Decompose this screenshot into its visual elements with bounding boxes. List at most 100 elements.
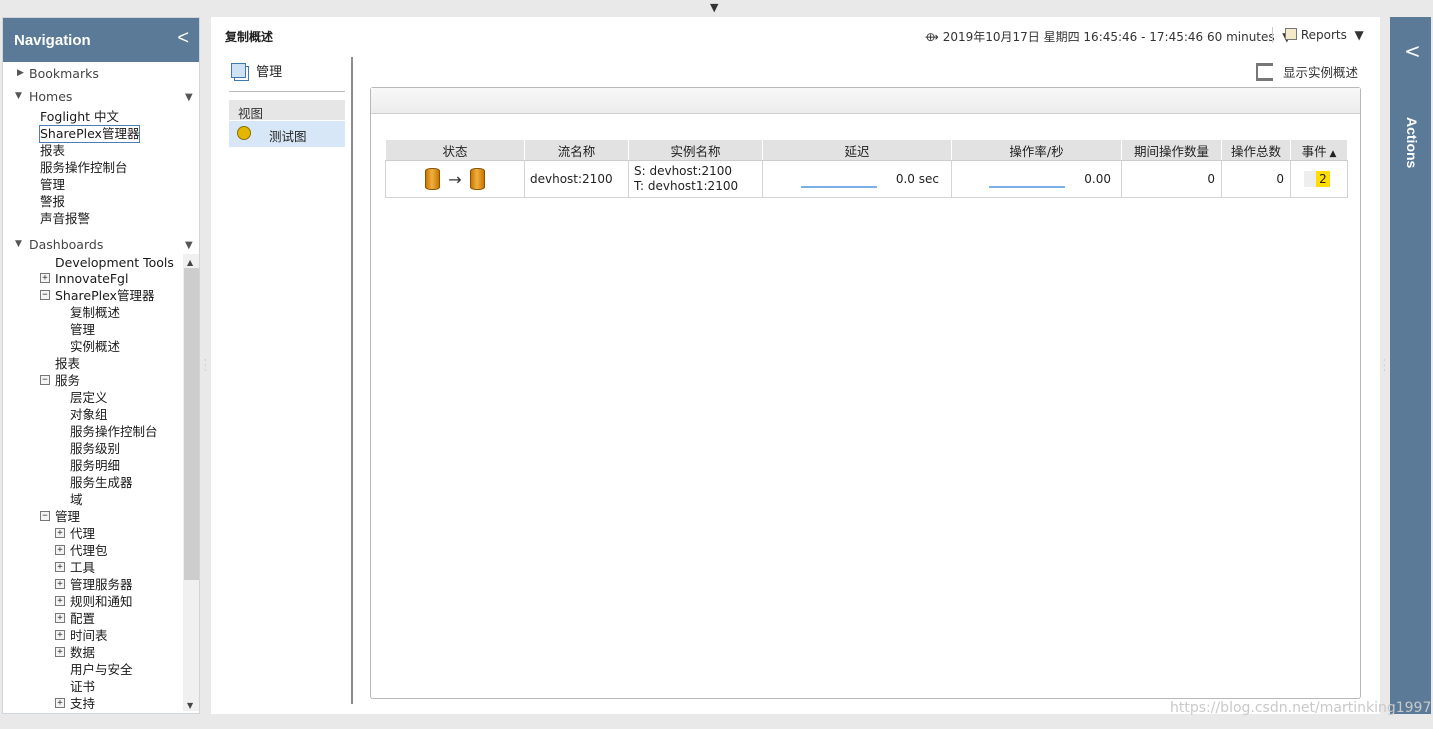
tree-item-data[interactable]: 数据	[70, 645, 95, 661]
column-header-period-ops[interactable]: 期间操作数量	[1121, 139, 1222, 161]
report-icon	[1285, 28, 1297, 40]
tree-item-config[interactable]: 配置	[70, 611, 95, 627]
column-header-stream[interactable]: 流名称	[524, 139, 629, 161]
tree-item-reports[interactable]: 报表	[55, 356, 80, 372]
stream-name-cell[interactable]: devhost:2100	[524, 160, 629, 198]
tree-item-service-console[interactable]: 服务操作控制台	[70, 424, 158, 440]
expand-actions-icon[interactable]: <	[1404, 39, 1421, 63]
status-cell: →	[385, 160, 525, 198]
nav-dashboards[interactable]: Dashboards	[29, 237, 103, 253]
reports-menu[interactable]: Reports ▼	[1285, 28, 1364, 42]
tree-item-support[interactable]: 支持	[70, 696, 95, 712]
scroll-down-icon[interactable]: ▼	[187, 701, 193, 710]
home-item-reports[interactable]: 报表	[40, 143, 65, 159]
view-item-test[interactable]: 测试图	[229, 121, 345, 147]
splitter-grip[interactable]: · · ·	[204, 357, 207, 375]
tree-item-dev-tools[interactable]: Development Tools	[55, 255, 174, 271]
vertical-splitter[interactable]	[351, 57, 353, 704]
tree-item-service-levels[interactable]: 服务级别	[70, 441, 120, 457]
column-header-latency[interactable]: 延迟	[762, 139, 952, 161]
expand-plus-icon[interactable]: +	[40, 273, 50, 283]
tree-item-replication-overview[interactable]: 复制概述	[70, 305, 120, 321]
tree-item-certificates[interactable]: 证书	[70, 679, 95, 695]
event-count-badge[interactable]: 2	[1316, 171, 1330, 187]
expand-plus-icon[interactable]: +	[55, 528, 65, 538]
tree-item-service-builder[interactable]: 服务生成器	[70, 475, 133, 491]
filter-icon[interactable]: ▼	[185, 92, 193, 103]
tree-item-object-groups[interactable]: 对象组	[70, 407, 108, 423]
replication-table: 状态 流名称 实例名称 延迟 操作率/秒 期间操作数量 操作总数 事件 ▲ →	[385, 139, 1348, 198]
column-header-status[interactable]: 状态	[385, 139, 525, 161]
home-item-shareplex[interactable]: SharePlex管理器	[38, 125, 141, 143]
home-item-admin[interactable]: 管理	[40, 177, 65, 193]
table-row[interactable]: → devhost:2100 S: devhost:2100 T: devhos…	[385, 160, 1348, 198]
tree-item-schedules[interactable]: 时间表	[70, 628, 108, 644]
tree-item-innovate[interactable]: InnovateFgl	[55, 271, 128, 287]
events-cell: 2	[1290, 160, 1348, 198]
collapse-minus-icon[interactable]: −	[40, 511, 50, 521]
column-header-instance[interactable]: 实例名称	[628, 139, 763, 161]
page-title: 复制概述	[225, 30, 274, 44]
instance-name-cell: S: devhost:2100 T: devhost1:2100	[628, 160, 763, 198]
nav-homes[interactable]: Homes	[29, 89, 72, 105]
period-ops-cell: 0	[1121, 160, 1222, 198]
expand-plus-icon[interactable]: +	[55, 647, 65, 657]
tree-item-domain[interactable]: 域	[70, 492, 83, 508]
tree-item-admin[interactable]: 管理	[55, 509, 80, 525]
scroll-up-icon[interactable]: ▲	[187, 258, 193, 267]
expand-plus-icon[interactable]: +	[55, 545, 65, 555]
collapse-arrow-icon[interactable]: ▼	[15, 239, 22, 249]
actions-label[interactable]: Actions	[1404, 117, 1420, 168]
source-instance[interactable]: S: devhost:2100	[634, 164, 762, 179]
tree-item-service-details[interactable]: 服务明细	[70, 458, 120, 474]
tree-item-rules[interactable]: 规则和通知	[70, 594, 133, 610]
table-header-row: 状态 流名称 实例名称 延迟 操作率/秒 期间操作数量 操作总数 事件 ▲	[385, 139, 1348, 161]
collapse-navigation-icon[interactable]: <	[177, 28, 189, 48]
tree-item-tier-definition[interactable]: 层定义	[70, 390, 108, 406]
divider	[229, 91, 345, 92]
expand-plus-icon[interactable]: +	[55, 613, 65, 623]
expand-plus-icon[interactable]: +	[55, 698, 65, 708]
nav-bookmarks[interactable]: Bookmarks	[29, 66, 99, 82]
time-range-selector[interactable]: ⟴ 2019年10月17日 星期四 16:45:46 - 17:45:46 60…	[925, 28, 1292, 45]
manage-link[interactable]: 管理	[231, 61, 282, 80]
home-item-sound-alarm[interactable]: 声音报警	[40, 211, 90, 227]
tree-item-tools[interactable]: 工具	[70, 560, 95, 576]
time-range-icon: ⟴	[925, 30, 939, 44]
tree-item-manage[interactable]: 管理	[70, 322, 95, 338]
filter-icon[interactable]: ▼	[185, 240, 193, 251]
expand-plus-icon[interactable]: +	[55, 579, 65, 589]
nav-scroll-thumb[interactable]	[184, 268, 199, 580]
expand-plus-icon[interactable]: +	[55, 630, 65, 640]
expand-plus-icon[interactable]: +	[55, 596, 65, 606]
expand-plus-icon[interactable]: +	[55, 562, 65, 572]
show-instance-overview-button[interactable]: 显示实例概述	[1256, 62, 1358, 81]
tree-item-users-security[interactable]: 用户与安全	[70, 662, 133, 678]
reports-label: Reports	[1300, 28, 1347, 42]
tree-item-management-server[interactable]: 管理服务器	[70, 577, 133, 593]
collapse-header-toggle[interactable]: ▼	[710, 1, 718, 14]
tree-item-agent-packages[interactable]: 代理包	[70, 543, 108, 559]
target-instance[interactable]: T: devhost1:2100	[634, 179, 762, 194]
tree-item-services[interactable]: 服务	[55, 373, 80, 389]
watermark: https://blog.csdn.net/martinking1997	[1170, 700, 1432, 716]
collapse-arrow-icon[interactable]: ▼	[15, 91, 22, 101]
splitter-grip[interactable]: · · ·	[1383, 357, 1386, 375]
column-header-rate[interactable]: 操作率/秒	[951, 139, 1122, 161]
home-item-service-console[interactable]: 服务操作控制台	[40, 160, 128, 176]
collapse-minus-icon[interactable]: −	[40, 290, 50, 300]
panel-header-bar	[371, 88, 1360, 114]
arrow-right-icon: →	[448, 169, 462, 189]
collapse-minus-icon[interactable]: −	[40, 375, 50, 385]
tree-list-icon	[1256, 63, 1273, 81]
tree-item-shareplex[interactable]: SharePlex管理器	[55, 288, 154, 304]
manage-label: 管理	[256, 65, 283, 80]
home-item-alarms[interactable]: 警报	[40, 194, 65, 210]
show-instance-label: 显示实例概述	[1282, 65, 1358, 80]
home-item-foglight[interactable]: Foglight 中文	[40, 109, 119, 125]
expand-arrow-icon[interactable]: ▶	[17, 68, 24, 78]
column-header-events[interactable]: 事件 ▲	[1290, 139, 1348, 161]
column-header-total-ops[interactable]: 操作总数	[1221, 139, 1291, 161]
tree-item-agents[interactable]: 代理	[70, 526, 95, 542]
tree-item-instance-overview[interactable]: 实例概述	[70, 339, 120, 355]
